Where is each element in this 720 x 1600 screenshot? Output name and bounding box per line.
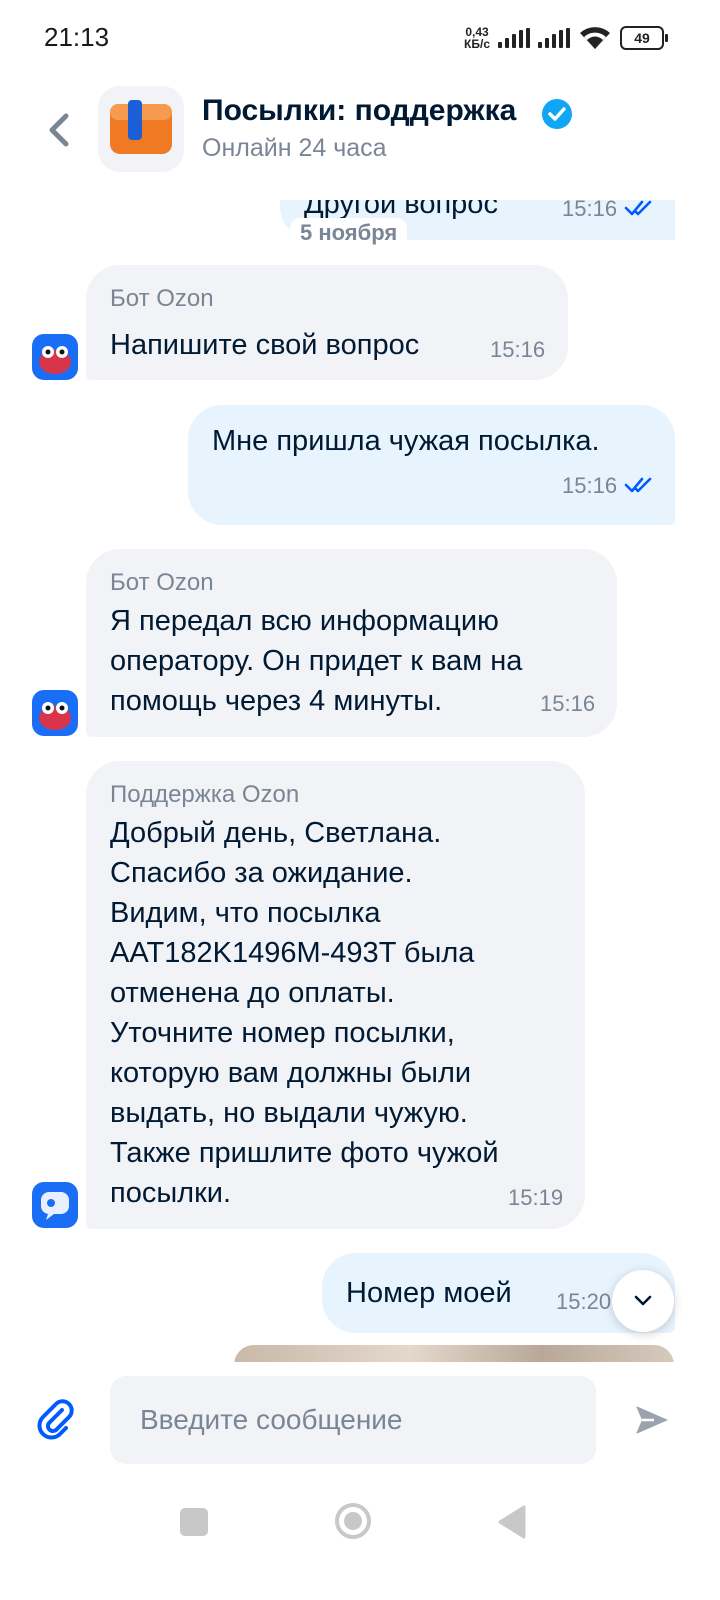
message-time: 15:19 [508,1185,564,1210]
message-time: 15:20 [556,1289,612,1314]
message-incoming[interactable]: Поддержка Ozon Добрый день, Светлана. Сп… [86,761,585,1229]
message-text-line: Я передал всю информацию [110,605,499,637]
message-incoming[interactable]: Бот Ozon Напишите свой вопрос 15:16 [86,265,568,380]
home-button[interactable] [334,1502,372,1540]
read-checks-icon [624,200,652,216]
verified-check-icon [542,99,572,129]
status-time: 21:13 [44,22,110,52]
message-text-line: которую вам должны были [110,1057,472,1089]
support-avatar [32,1182,78,1228]
message-text: Напишите свой вопрос [110,329,420,361]
message-text-line: Также пришлите фото чужой [110,1137,499,1169]
date-separator: 5 ноября [290,218,408,248]
chat-status: Онлайн 24 часа [202,134,387,162]
network-speed-unit: КБ/с [464,37,490,51]
bot-mascot-icon [32,690,78,736]
wifi-icon [580,27,610,49]
nav-back-button[interactable] [496,1504,528,1540]
message-text: Номер моей [346,1277,512,1309]
send-icon[interactable] [632,1400,672,1440]
message-text-line: Уточните номер посылки, [110,1017,455,1049]
message-sender: Бот Ozon [110,285,214,312]
message-text-line: посылки. [110,1177,232,1209]
chat-avatar[interactable] [98,86,184,172]
chat-title: Посылки: поддержка [202,94,517,127]
message-outgoing[interactable]: Мне пришла чужая посылка. 15:16 [188,405,675,525]
recent-apps-button[interactable] [180,1508,208,1536]
message-text-line: AAT182K1496M-493T была [110,937,475,969]
message-text-line: помощь через 4 минуты. [110,685,443,717]
message-sender: Поддержка Ozon [110,781,300,808]
bot-avatar [32,334,78,380]
message-text-line: выдать, но выдали чужую. [110,1097,468,1129]
signal-1-icon [498,28,530,48]
bot-avatar [32,690,78,736]
message-incoming[interactable]: Бот Ozon Я передал всю информацию операт… [86,549,617,737]
signal-2-icon [538,28,570,48]
back-arrow-icon[interactable] [38,108,82,152]
message-input[interactable] [110,1376,596,1464]
message-time: 15:16 [490,337,546,362]
message-text-line: Видим, что посылка [110,897,381,929]
message-text-line: Спасибо за ожидание. [110,857,413,889]
message-text: Мне пришла чужая посылка. [212,425,600,457]
message-time: 15:16 [562,200,618,221]
battery-icon: 49 [620,26,668,50]
status-icons: 0,43 КБ/с 49 [464,22,668,54]
message-sender: Бот Ozon [110,569,214,596]
message-text-line: оператору. Он придет к вам на [110,645,523,677]
support-chat-icon [32,1182,78,1228]
chevron-down-icon [634,1295,652,1306]
message-text-line: Добрый день, Светлана. [110,817,442,849]
network-speed: 0,43 КБ/с [464,26,490,50]
message-time: 15:16 [540,691,596,716]
parcel-box-icon [110,100,172,154]
bot-mascot-icon [32,334,78,380]
message-time: 15:16 [562,473,618,498]
attach-paperclip-icon[interactable] [36,1398,78,1440]
message-text-line: отменена до оплаты. [110,977,395,1009]
read-checks-icon [624,477,652,493]
scroll-down-button[interactable] [612,1270,674,1332]
